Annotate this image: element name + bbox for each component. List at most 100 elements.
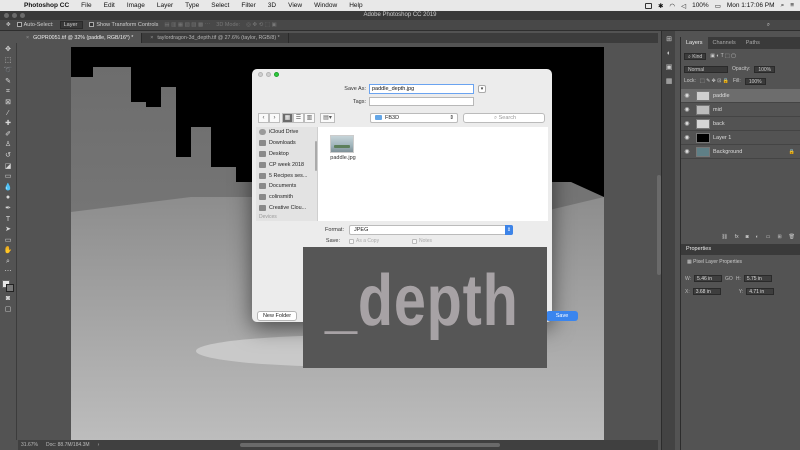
menu-edit[interactable]: Edit (98, 2, 121, 9)
back-button[interactable]: ‹ (258, 113, 269, 123)
pen-tool-icon[interactable]: ✒ (3, 204, 14, 214)
wifi-icon[interactable]: ◠ (669, 2, 675, 10)
trash-icon[interactable]: 🗑 (789, 234, 795, 242)
sidebar-item-documents[interactable]: Documents (256, 181, 317, 192)
background-color-swatch[interactable] (5, 284, 14, 293)
tab-paths[interactable]: Paths (741, 37, 765, 49)
adjustments-icon[interactable]: ◐ (664, 49, 674, 59)
eye-icon[interactable]: ◉ (681, 92, 693, 99)
canvas-horizontal-scrollbar[interactable] (240, 443, 500, 447)
screen-mode-icon[interactable]: ▢ (3, 305, 14, 315)
brush-tool-icon[interactable]: ✐ (3, 130, 14, 140)
quick-select-tool-icon[interactable]: ✎ (3, 77, 14, 87)
dodge-tool-icon[interactable]: ● (3, 193, 14, 203)
layer-layer-1[interactable]: ◉ Layer 1 (681, 131, 800, 145)
layer-filter-kind[interactable]: ⌕ Kind (684, 52, 707, 60)
search-icon[interactable]: ⌕ (767, 22, 800, 29)
format-dropdown[interactable]: JPEG ⇕ (349, 225, 513, 235)
app-menu[interactable]: Photoshop CC (18, 2, 75, 9)
adjustment-layer-icon[interactable]: ◐ (756, 234, 759, 242)
sidebar-item-cp-week[interactable]: CP week 2018 (256, 159, 317, 170)
width-field[interactable]: 5.46 in (694, 275, 723, 282)
close-tab-icon[interactable]: × (150, 35, 153, 41)
menu-window[interactable]: Window (308, 2, 343, 9)
clock[interactable]: Mon 1:17:06 PM (727, 2, 775, 9)
dialog-zoom-button[interactable] (274, 72, 279, 77)
location-dropdown[interactable]: FB3D ⇕ (370, 113, 458, 123)
group-by-button[interactable]: ▤▾ (320, 113, 335, 123)
fill-field[interactable]: 100% (744, 77, 766, 85)
bluetooth-icon[interactable]: ✱ (658, 2, 663, 10)
file-item[interactable]: paddle.jpg (330, 135, 356, 161)
mode-3d-icons[interactable]: ◎ ✥ ⟲ ⬚ ▣ (246, 22, 277, 28)
properties-panel-title[interactable]: Properties (681, 244, 800, 255)
layer-paddle[interactable]: ◉ paddle (681, 89, 800, 103)
show-transform-checkbox[interactable]: Show Transform Controls (89, 22, 158, 28)
height-field[interactable]: 5.75 in (743, 275, 772, 282)
clone-stamp-tool-icon[interactable]: ♙ (3, 140, 14, 150)
save-button[interactable]: Save (546, 311, 578, 321)
eye-icon[interactable]: ◉ (681, 106, 693, 113)
gradient-tool-icon[interactable]: ▭ (3, 172, 14, 182)
expand-dialog-button[interactable]: ▾ (478, 85, 486, 93)
search-field[interactable]: ⌕ Search (463, 113, 545, 123)
battery-icon[interactable]: ▭ (715, 2, 721, 10)
filter-icons[interactable]: ▣ ◐ T ⬚ ▢ (710, 53, 736, 59)
tab-layers[interactable]: Layers (681, 37, 708, 49)
x-field[interactable]: 3.68 in (692, 288, 721, 295)
sidebar-item-colinsmith[interactable]: colinsmith (256, 192, 317, 203)
save-as-field[interactable]: paddle_depth.jpg (369, 84, 474, 94)
more-tools-icon[interactable]: ⋯ (3, 267, 14, 277)
status-arrow-icon[interactable]: › (98, 442, 100, 448)
notes-checkbox[interactable]: Notes (412, 238, 432, 244)
volume-icon[interactable]: ◁ (681, 2, 686, 10)
zoom-level[interactable]: 31.67% (21, 442, 38, 448)
opacity-field[interactable]: 100% (754, 65, 776, 73)
move-tool-icon[interactable]: ✥ (3, 45, 14, 55)
blend-mode-dropdown[interactable]: Normal (684, 65, 728, 73)
link-go-label[interactable]: GO (725, 276, 733, 282)
shape-tool-icon[interactable]: ▭ (3, 236, 14, 246)
mask-icon[interactable]: ◙ (746, 234, 749, 242)
tab-channels[interactable]: Channels (708, 37, 741, 49)
type-tool-icon[interactable]: T (3, 215, 14, 225)
menu-file[interactable]: File (75, 2, 97, 9)
close-tab-icon[interactable]: × (26, 35, 29, 41)
group-icon[interactable]: ▭ (766, 234, 771, 242)
crop-tool-icon[interactable]: ⌗ (3, 87, 14, 97)
hand-tool-icon[interactable]: ✋ (3, 246, 14, 256)
eyedropper-tool-icon[interactable]: ⁄ (3, 109, 14, 119)
as-a-copy-checkbox[interactable]: As a Copy (349, 238, 379, 244)
marquee-tool-icon[interactable]: ⬚ (3, 56, 14, 66)
layer-select-dropdown[interactable]: Layer (59, 21, 84, 29)
sidebar-item-desktop[interactable]: Desktop (256, 149, 317, 160)
close-window-button[interactable] (4, 13, 9, 18)
swatches-icon[interactable]: ▦ (664, 77, 674, 87)
eye-icon[interactable]: ◉ (681, 120, 693, 127)
forward-button[interactable]: › (269, 113, 280, 123)
menu-layer[interactable]: Layer (151, 2, 179, 9)
icon-view-button[interactable]: ▦ (282, 113, 293, 123)
eye-icon[interactable]: ◉ (681, 148, 693, 155)
sidebar-item-downloads[interactable]: Downloads (256, 138, 317, 149)
lock-icons[interactable]: ⬚ ✎ ✥ ⊡ 🔒 (700, 78, 729, 84)
menu-select[interactable]: Select (205, 2, 235, 9)
sidebar-item-creative-cloud[interactable]: Creative Clou... (256, 203, 317, 214)
sidebar-item-icloud-drive[interactable]: iCloud Drive (256, 127, 317, 138)
eye-icon[interactable]: ◉ (681, 134, 693, 141)
display-icon[interactable] (644, 2, 652, 9)
list-view-button[interactable]: ☰ (293, 113, 304, 123)
align-icons[interactable]: ▤ ▥ ▦ ▧ ▨ ▩ ⋯ (164, 22, 210, 28)
menu-list-icon[interactable]: ≡ (790, 2, 794, 9)
doc-size[interactable]: Doc: 88.7M/184.3M (46, 442, 90, 448)
zoom-tool-icon[interactable]: ⌕ (3, 257, 14, 267)
lasso-tool-icon[interactable]: ➰ (3, 66, 14, 76)
y-field[interactable]: 4.71 in (746, 288, 775, 295)
menu-view[interactable]: View (282, 2, 308, 9)
column-view-button[interactable]: ▥ (304, 113, 315, 123)
sidebar-scrollbar[interactable] (315, 141, 317, 171)
path-selection-tool-icon[interactable]: ➤ (3, 225, 14, 235)
search-icon[interactable]: ⌕ (781, 2, 785, 10)
menu-image[interactable]: Image (121, 2, 151, 9)
new-folder-button[interactable]: New Folder (257, 311, 297, 321)
